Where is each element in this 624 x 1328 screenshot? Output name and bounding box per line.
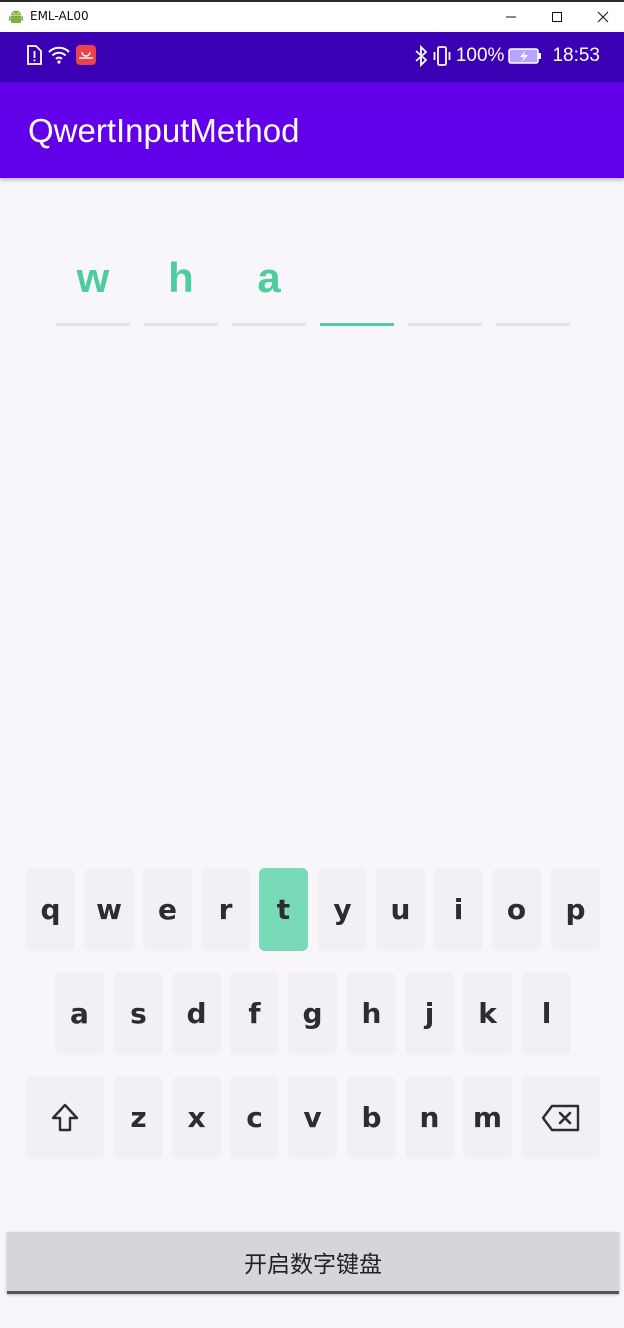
key-t[interactable]: t: [259, 868, 308, 951]
code-cell-6[interactable]: [496, 248, 570, 326]
key-w[interactable]: w: [84, 868, 134, 951]
key-r[interactable]: r: [201, 868, 250, 951]
vibrate-icon: [433, 46, 451, 66]
open-numeric-keyboard-button[interactable]: 开启数字键盘: [7, 1232, 619, 1294]
app-title: QwertInputMethod: [28, 112, 300, 149]
window-titlebar: EML-AL00: [0, 0, 624, 32]
bluetooth-icon: [415, 45, 428, 67]
code-char: h: [168, 254, 194, 301]
minimize-icon: [506, 16, 516, 18]
close-button[interactable]: [592, 6, 614, 28]
close-icon: [597, 11, 609, 23]
cell-underline: [232, 323, 306, 326]
shift-key[interactable]: [26, 1076, 104, 1159]
key-b[interactable]: b: [347, 1076, 396, 1159]
status-bar: 100% 18:53: [0, 32, 624, 82]
key-i[interactable]: i: [434, 868, 483, 951]
key-v[interactable]: v: [288, 1076, 337, 1159]
key-m[interactable]: m: [463, 1076, 512, 1159]
code-cell-4[interactable]: [320, 248, 394, 326]
maximize-icon: [552, 12, 562, 22]
key-n[interactable]: n: [405, 1076, 454, 1159]
key-c[interactable]: c: [230, 1076, 279, 1159]
key-o[interactable]: o: [492, 868, 541, 951]
app-bar: QwertInputMethod: [0, 82, 624, 178]
huawei-app-icon: [76, 45, 96, 65]
window-title: EML-AL00: [30, 9, 89, 23]
key-x[interactable]: x: [172, 1076, 221, 1159]
cell-underline-active: [320, 323, 394, 326]
sim-alert-icon: [27, 45, 42, 65]
clock: 18:53: [552, 45, 600, 66]
cell-underline: [144, 323, 218, 326]
minimize-button[interactable]: [500, 6, 522, 28]
code-cell-5[interactable]: [408, 248, 482, 326]
key-s[interactable]: s: [114, 972, 163, 1055]
code-cell-3[interactable]: a: [232, 248, 306, 326]
key-d[interactable]: d: [172, 972, 221, 1055]
key-z[interactable]: z: [114, 1076, 163, 1159]
code-char: w: [76, 254, 110, 301]
key-u[interactable]: u: [376, 868, 425, 951]
key-e[interactable]: e: [143, 868, 192, 951]
shift-arrow-icon: [51, 1103, 79, 1131]
key-k[interactable]: k: [463, 972, 512, 1055]
key-l[interactable]: l: [522, 972, 571, 1055]
code-char: a: [257, 254, 281, 301]
code-cell-2[interactable]: h: [144, 248, 218, 326]
maximize-button[interactable]: [546, 6, 568, 28]
key-g[interactable]: g: [288, 972, 337, 1055]
code-input[interactable]: w h a: [56, 248, 576, 328]
wifi-icon: [48, 46, 70, 64]
key-j[interactable]: j: [405, 972, 454, 1055]
backspace-key[interactable]: [521, 1076, 600, 1159]
key-p[interactable]: p: [551, 868, 600, 951]
code-cell-1[interactable]: w: [56, 248, 130, 326]
key-f[interactable]: f: [230, 972, 279, 1055]
cell-underline: [56, 323, 130, 326]
key-y[interactable]: y: [318, 868, 367, 951]
backspace-icon: [541, 1104, 579, 1131]
key-a[interactable]: a: [55, 972, 104, 1055]
key-h[interactable]: h: [347, 972, 396, 1055]
android-icon: [9, 10, 23, 23]
battery-percent: 100%: [455, 45, 505, 66]
key-q[interactable]: q: [26, 868, 75, 951]
battery-charging-icon: [508, 48, 542, 64]
cell-underline: [496, 323, 570, 326]
cell-underline: [408, 323, 482, 326]
